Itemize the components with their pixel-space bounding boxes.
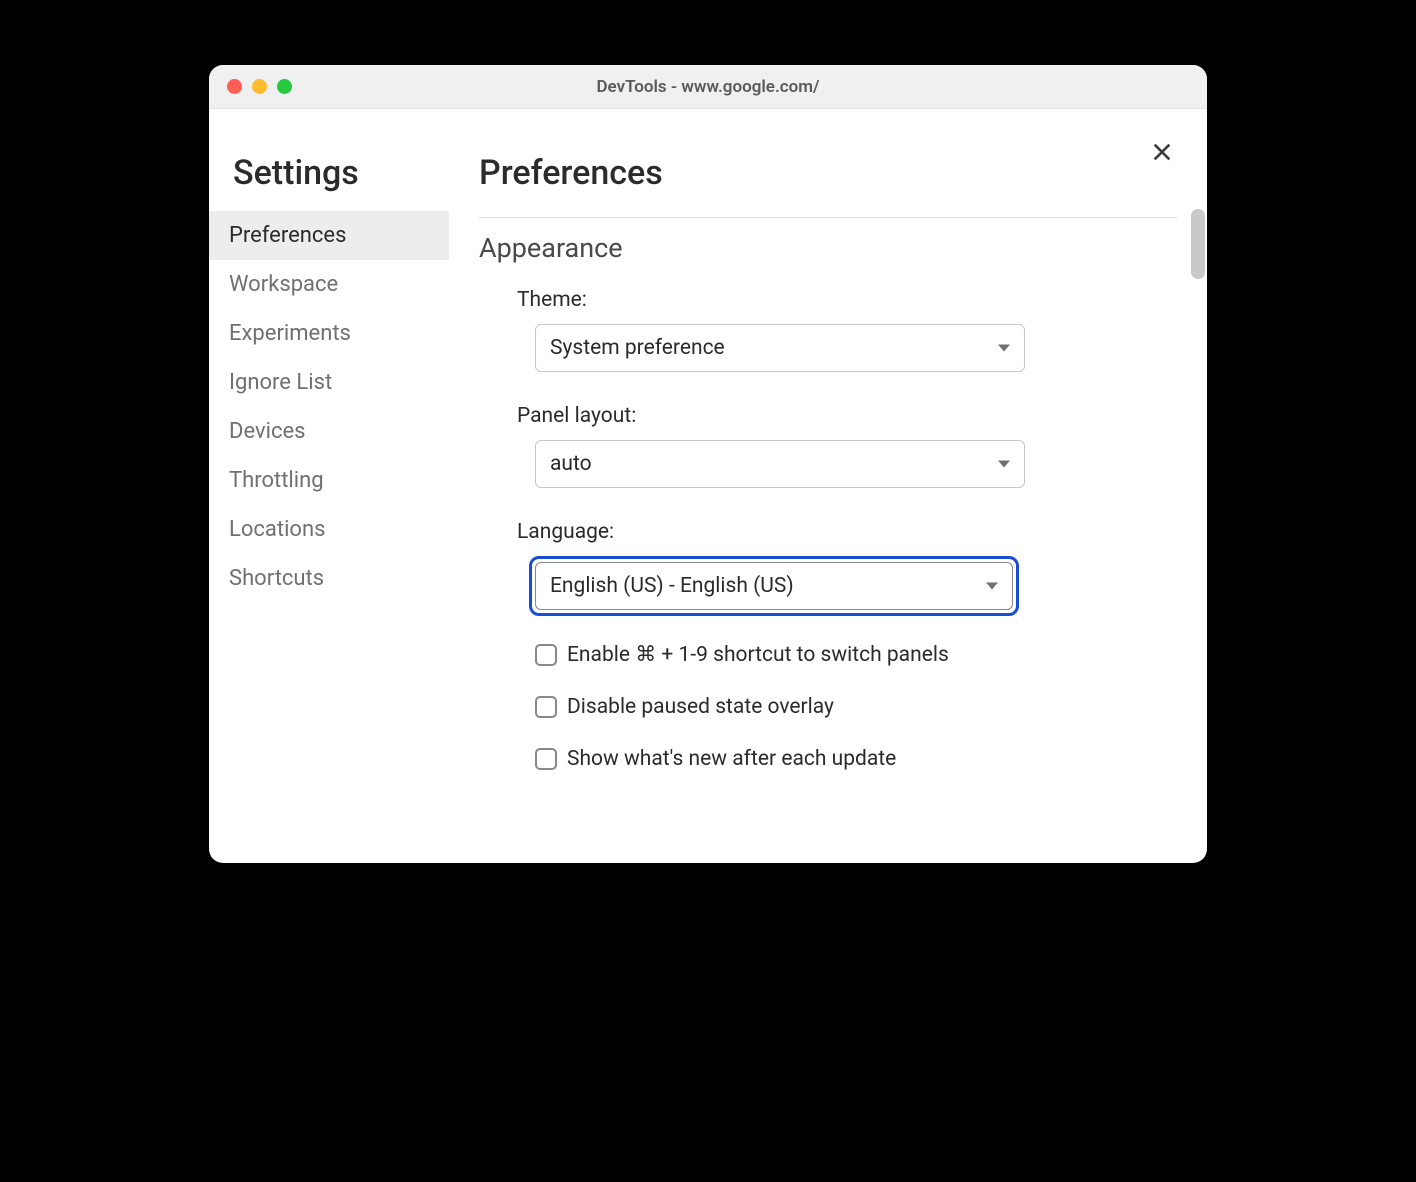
theme-label: Theme: <box>517 288 1177 312</box>
theme-select-wrap: System preference <box>535 324 1025 372</box>
sidebar-item-workspace[interactable]: Workspace <box>209 260 449 309</box>
chevron-down-icon <box>986 583 998 590</box>
checkbox-row: Disable paused state overlay <box>517 695 1177 719</box>
panel-layout-label: Panel layout: <box>517 404 1177 428</box>
window-titlebar: DevTools - www.google.com/ <box>209 65 1207 109</box>
language-select[interactable]: English (US) - English (US) <box>535 562 1013 610</box>
checkbox-label[interactable]: Enable ⌘ + 1-9 shortcut to switch panels <box>567 642 949 667</box>
window-maximize-button[interactable] <box>277 79 292 94</box>
sidebar-item-shortcuts[interactable]: Shortcuts <box>209 554 449 603</box>
language-select-wrap: English (US) - English (US) <box>529 556 1019 616</box>
page-title: Preferences <box>479 153 1177 193</box>
main-panel: Preferences Appearance Theme: System pre… <box>449 109 1207 863</box>
sidebar-item-ignore-list[interactable]: Ignore List <box>209 358 449 407</box>
checkbox[interactable] <box>535 696 557 718</box>
section-title: Appearance <box>479 232 1177 264</box>
checkbox-row: Show what's new after each update <box>517 747 1177 771</box>
close-icon <box>1151 141 1173 163</box>
sidebar-item-preferences[interactable]: Preferences <box>209 211 449 260</box>
language-select-value: English (US) - English (US) <box>550 574 794 598</box>
settings-sidebar: Settings PreferencesWorkspaceExperiments… <box>209 109 449 863</box>
checkbox[interactable] <box>535 748 557 770</box>
theme-select[interactable]: System preference <box>535 324 1025 372</box>
sidebar-item-devices[interactable]: Devices <box>209 407 449 456</box>
sidebar-title: Settings <box>209 153 449 211</box>
sidebar-item-locations[interactable]: Locations <box>209 505 449 554</box>
window-minimize-button[interactable] <box>252 79 267 94</box>
window-close-button[interactable] <box>227 79 242 94</box>
chevron-down-icon <box>998 345 1010 352</box>
close-button[interactable] <box>1147 137 1177 167</box>
scrollbar-thumb[interactable] <box>1191 209 1205 279</box>
content-area: Settings PreferencesWorkspaceExperiments… <box>209 109 1207 863</box>
checkbox-row: Enable ⌘ + 1-9 shortcut to switch panels <box>517 642 1177 667</box>
appearance-settings: Theme: System preference Panel layout: a… <box>479 288 1177 771</box>
panel-layout-select-wrap: auto <box>535 440 1025 488</box>
devtools-settings-window: DevTools - www.google.com/ Settings Pref… <box>209 65 1207 863</box>
checkbox-label[interactable]: Disable paused state overlay <box>567 695 834 719</box>
panel-layout-select[interactable]: auto <box>535 440 1025 488</box>
language-label: Language: <box>517 520 1177 544</box>
window-title: DevTools - www.google.com/ <box>596 77 819 97</box>
checkbox-label[interactable]: Show what's new after each update <box>567 747 896 771</box>
panel-layout-select-value: auto <box>550 452 592 476</box>
chevron-down-icon <box>998 461 1010 468</box>
traffic-lights <box>227 79 292 94</box>
sidebar-item-experiments[interactable]: Experiments <box>209 309 449 358</box>
theme-select-value: System preference <box>550 336 725 360</box>
checkbox[interactable] <box>535 644 557 666</box>
section-divider <box>479 217 1177 218</box>
sidebar-item-throttling[interactable]: Throttling <box>209 456 449 505</box>
